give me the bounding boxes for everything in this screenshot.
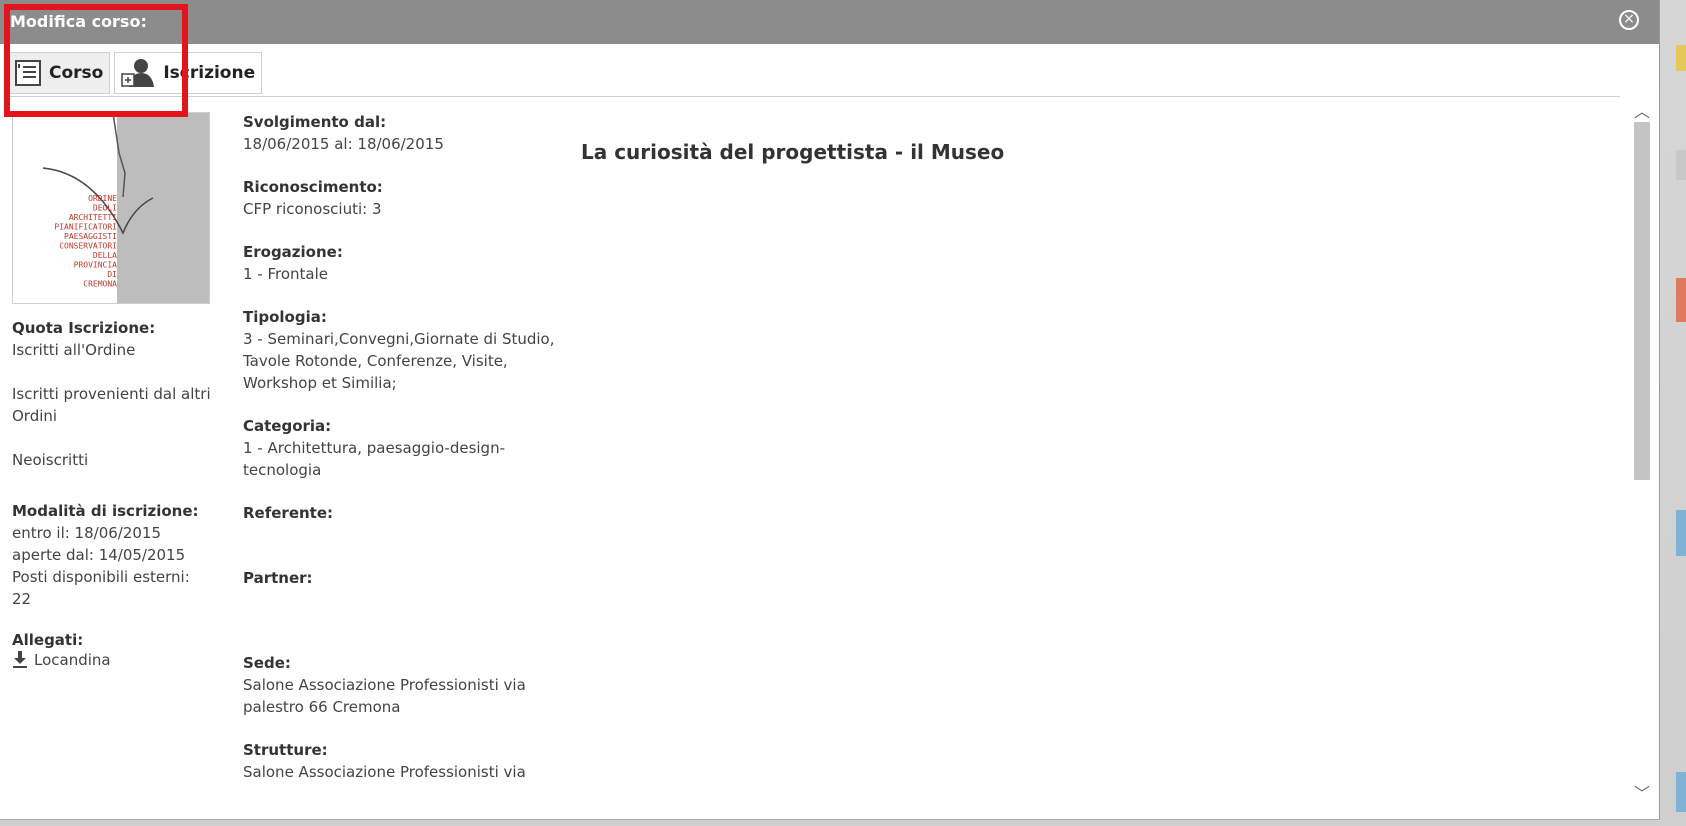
logo-text-line: ORDINE	[88, 194, 117, 203]
sede-label: Sede:	[243, 654, 291, 672]
edit-course-dialog: Modifica corso: × Corso Iscrizione ORDIN…	[0, 0, 1660, 820]
locandina-label: Locandina	[34, 651, 111, 669]
categoria-value: 1 - Architettura, paesaggio-design-tecno…	[243, 439, 505, 479]
logo-text-line: DI	[107, 270, 117, 279]
riconoscimento-section: Riconoscimento: CFP riconosciuti: 3	[243, 177, 563, 220]
modalita-line: aperte dal: 14/05/2015	[12, 546, 186, 564]
allegati-label: Allegati:	[12, 631, 84, 649]
logo-text-line: ARCHITETTI	[69, 213, 117, 222]
tipologia-section: Tipologia: 3 - Seminari,Convegni,Giornat…	[243, 307, 563, 394]
riconoscimento-label: Riconoscimento:	[243, 178, 383, 196]
details-column: Svolgimento dal: 18/06/2015 al: 18/06/20…	[243, 112, 563, 805]
scrollbar-thumb[interactable]	[1634, 122, 1650, 480]
tab-corso-label: Corso	[49, 63, 104, 83]
strutture-label: Strutture:	[243, 741, 328, 759]
locandina-link[interactable]: Locandina	[12, 651, 212, 669]
tipologia-label: Tipologia:	[243, 308, 327, 326]
background-chip	[1676, 278, 1686, 322]
logo-text-line: CONSERVATORI	[59, 242, 117, 251]
categoria-label: Categoria:	[243, 417, 332, 435]
logo-text-line: DEGLI	[93, 204, 117, 213]
logo-text-line: DELLA	[93, 251, 117, 260]
svolgimento-label: Svolgimento dal:	[243, 113, 387, 131]
erogazione-section: Erogazione: 1 - Frontale	[243, 242, 563, 285]
tab-bar: Corso Iscrizione	[8, 52, 263, 94]
close-icon[interactable]: ×	[1619, 10, 1639, 30]
referente-label: Referente:	[243, 504, 334, 522]
svolgimento-value: 18/06/2015 al: 18/06/2015	[243, 135, 444, 153]
sede-value: Salone Associazione Professionisti via p…	[243, 676, 526, 716]
tab-iscrizione-label: Iscrizione	[163, 63, 256, 83]
dialog-titlebar: Modifica corso: ×	[0, 0, 1659, 44]
referente-section: Referente:	[243, 503, 563, 524]
tipologia-value: 3 - Seminari,Convegni,Giornate di Studio…	[243, 330, 555, 392]
modalita-section: Modalità di iscrizione: entro il: 18/06/…	[12, 501, 212, 610]
add-user-icon	[121, 59, 155, 87]
logo-text-line: CREMONA	[83, 280, 117, 289]
logo-text-line: PAESAGGISTI	[64, 232, 117, 241]
course-content: ORDINE DEGLI ARCHITETTI PIANIFICATORI PAESAG…	[0, 98, 1620, 819]
quota-item: Neoiscritti	[12, 451, 89, 469]
background-chip	[1676, 772, 1686, 812]
riconoscimento-value: CFP riconosciuti: 3	[243, 200, 382, 218]
dialog-title: Modifica corso:	[10, 12, 147, 31]
tab-divider	[8, 96, 1620, 97]
logo-text-line: PROVINCIA	[74, 261, 118, 270]
modalita-line: entro il: 18/06/2015	[12, 524, 162, 542]
background-chip	[1676, 510, 1686, 556]
partner-section: Partner:	[243, 568, 563, 589]
sede-section: Sede: Salone Associazione Professionisti…	[243, 653, 563, 718]
course-title: La curiosità del progettista - il Museo	[581, 140, 1005, 164]
quota-section: Quota Iscrizione: Iscritti all'Ordine Is…	[12, 318, 212, 471]
background-page	[1660, 0, 1686, 826]
quota-item: Iscritti provenienti dal altri Ordini	[12, 385, 211, 425]
background-bottom	[0, 820, 1686, 826]
background-chip	[1676, 45, 1686, 71]
tab-corso[interactable]: Corso	[8, 52, 111, 94]
strutture-value: Salone Associazione Professionisti via	[243, 763, 526, 781]
download-icon	[13, 651, 27, 668]
background-chip	[1676, 150, 1686, 180]
modalita-line: Posti disponibili esterni: 22	[12, 568, 190, 608]
logo-text-line: PIANIFICATORI	[54, 223, 117, 232]
erogazione-label: Erogazione:	[243, 243, 343, 261]
vertical-scrollbar[interactable]: ︿ ﹀	[1630, 98, 1654, 803]
partner-label: Partner:	[243, 569, 313, 587]
strutture-section: Strutture: Salone Associazione Professio…	[243, 740, 563, 783]
categoria-section: Categoria: 1 - Architettura, paesaggio-d…	[243, 416, 563, 481]
modalita-label: Modalità di iscrizione:	[12, 502, 199, 520]
logo-graphic: ORDINEDEGLIARCHITETTIPIANIFICATORIPAESAG…	[42, 113, 209, 303]
quota-label: Quota Iscrizione:	[12, 319, 156, 337]
chevron-down-icon[interactable]: ﹀	[1630, 780, 1654, 803]
quota-item: Iscritti all'Ordine	[12, 341, 136, 359]
tab-iscrizione[interactable]: Iscrizione	[114, 52, 263, 94]
chevron-up-icon[interactable]: ︿	[1630, 98, 1654, 121]
allegati-section: Allegati: Locandina	[12, 630, 212, 669]
left-column: ORDINE DEGLI ARCHITETTI PIANIFICATORI PAESAG…	[12, 112, 212, 689]
order-logo: ORDINE DEGLI ARCHITETTI PIANIFICATORI PAESAG…	[12, 112, 210, 304]
list-document-icon	[15, 60, 41, 86]
svolgimento-section: Svolgimento dal: 18/06/2015 al: 18/06/20…	[243, 112, 563, 155]
erogazione-value: 1 - Frontale	[243, 265, 329, 283]
